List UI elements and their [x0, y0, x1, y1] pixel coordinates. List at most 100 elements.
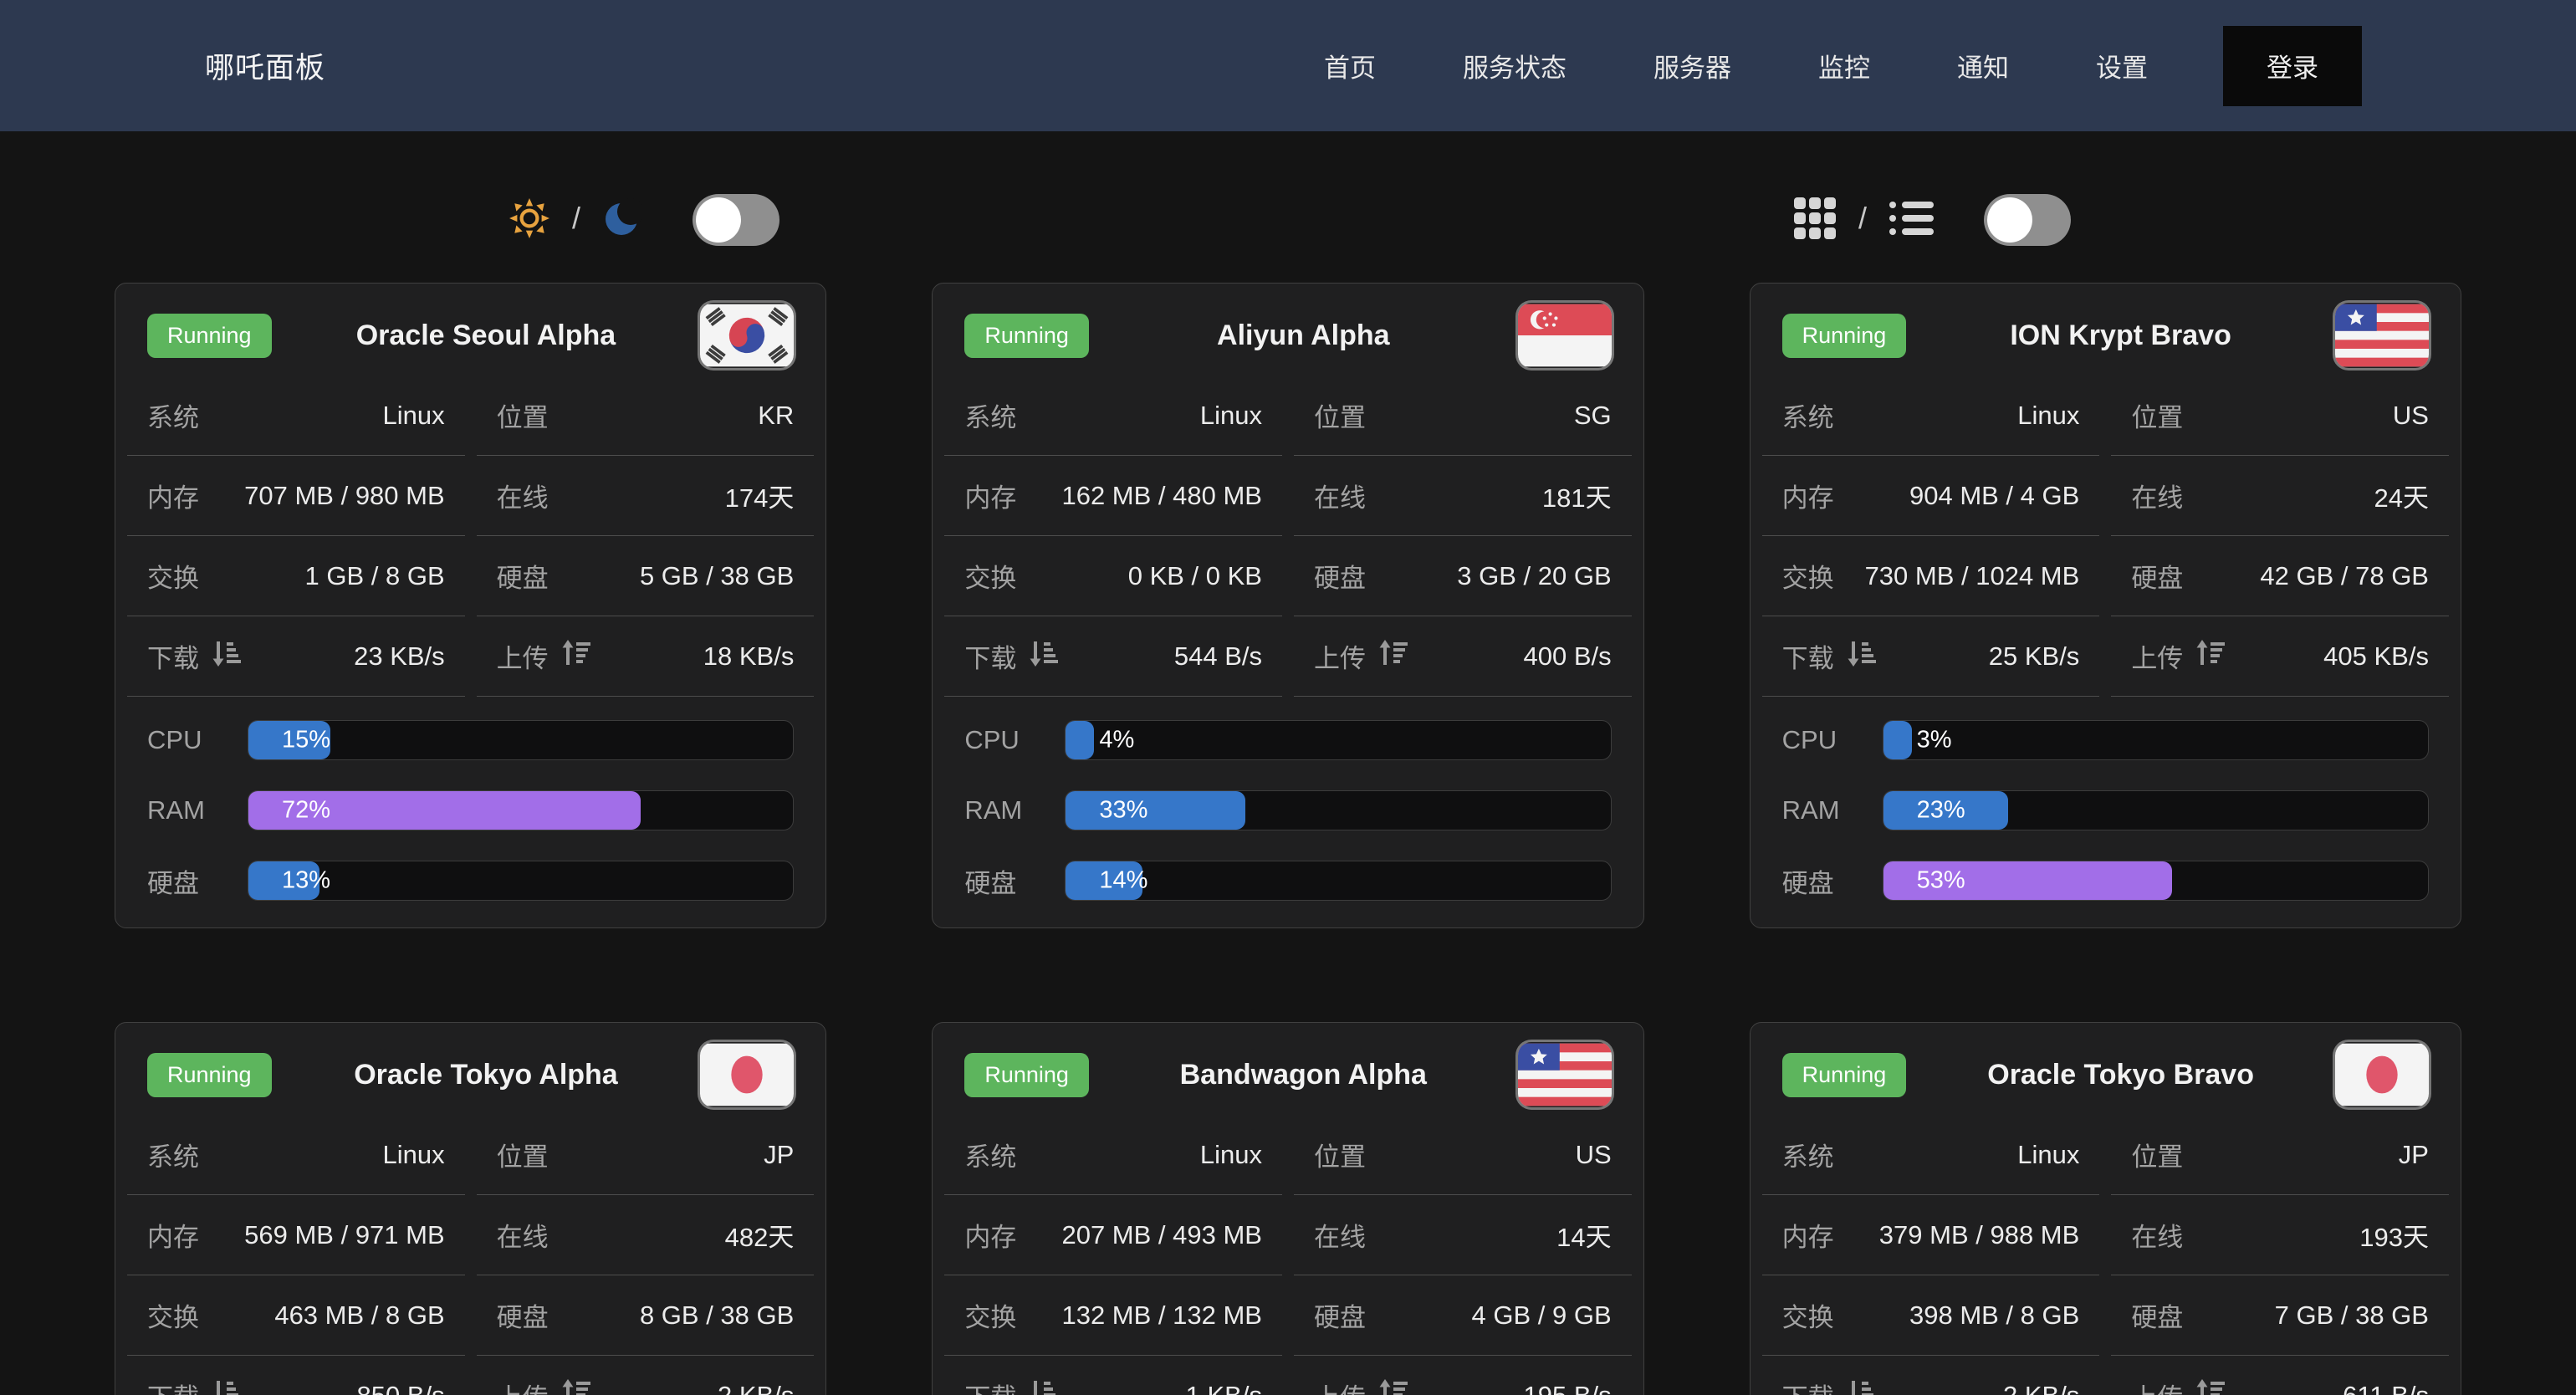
stat-value-system: Linux [1200, 401, 1262, 431]
stat-cell-disk: 硬盘4 GB / 9 GB [1294, 1275, 1632, 1356]
stat-cell-upload: 上传400 B/s [1294, 616, 1632, 697]
cpu-usage-row: CPU4% [964, 705, 1611, 775]
ram-percent-value: 23% [1917, 797, 1965, 825]
stat-value-download: 850 B/s [357, 1381, 445, 1395]
server-name: Bandwagon Alpha [1089, 1059, 1518, 1091]
stat-label-disk: 硬盘 [1314, 557, 1366, 595]
usage-bars: CPU3%RAM23%硬盘53% [1762, 697, 2449, 916]
server-card-3[interactable]: Running Oracle Tokyo Alpha 系统Linux位置JP内存… [115, 1022, 826, 1395]
ram-usage-row: RAM33% [964, 775, 1611, 846]
cpu-usage-row: CPU3% [1782, 705, 2429, 775]
cpu-bar-label: CPU [1782, 725, 1883, 755]
download-sort-icon [1846, 1377, 1876, 1395]
disk-usage-row: 硬盘53% [1782, 846, 2429, 916]
upload-sort-icon [2195, 1377, 2225, 1395]
login-button[interactable]: 登录 [2223, 26, 2362, 106]
sun-icon [509, 197, 550, 243]
server-card-2[interactable]: Running ION Krypt Bravo 系统Linux位置US内存904… [1750, 283, 2461, 928]
server-card-4[interactable]: Running Bandwagon Alpha 系统Linux位置US内存207… [932, 1022, 1643, 1395]
ram-progress-bar: 33% [1065, 790, 1611, 830]
stat-cell-upload: 上传405 KB/s [2111, 616, 2449, 697]
stat-label-upload: 上传 [497, 1377, 590, 1395]
stat-cell-disk: 硬盘42 GB / 78 GB [2111, 536, 2449, 616]
download-sort-icon [211, 638, 241, 675]
stat-label-uptime: 在线 [497, 1216, 549, 1254]
stat-label-location: 位置 [497, 1136, 549, 1173]
server-card-header: Running Oracle Tokyo Bravo [1762, 1023, 2449, 1115]
upload-sort-icon [2195, 638, 2225, 675]
cpu-bar-label: CPU [147, 725, 248, 755]
server-card-grid: Running Oracle Seoul Alpha 系统Linux位置KR内存… [115, 283, 2461, 1395]
download-sort-icon [1028, 638, 1058, 675]
stat-value-uptime: 174天 [725, 477, 795, 514]
server-card-header: Running ION Krypt Bravo [1762, 284, 2449, 376]
stat-value-memory: 162 MB / 480 MB [1061, 481, 1262, 511]
disk-progress-bar: 14% [1065, 861, 1611, 901]
stat-value-uptime: 482天 [725, 1216, 795, 1254]
server-card-1[interactable]: Running Aliyun Alpha 系统Linux位置SG内存162 MB… [932, 283, 1643, 928]
cpu-progress-fill [1066, 721, 1094, 759]
country-flag-icon-jp [700, 1042, 794, 1107]
server-card-5[interactable]: Running Oracle Tokyo Bravo 系统Linux位置JP内存… [1750, 1022, 2461, 1395]
stat-value-location: JP [764, 1140, 794, 1170]
status-badge: Running [1782, 1053, 1907, 1097]
stat-cell-uptime: 在线193天 [2111, 1195, 2449, 1275]
list-view-icon [1889, 199, 1934, 242]
stat-cell-system: 系统Linux [1762, 1115, 2100, 1195]
stat-value-location: US [1576, 1140, 1612, 1170]
stat-cell-swap: 交换0 KB / 0 KB [944, 536, 1282, 616]
stat-cell-location: 位置JP [2111, 1115, 2449, 1195]
nav-item-3[interactable]: 监控 [1818, 47, 1870, 84]
stat-cell-download: 下载 850 B/s [127, 1356, 465, 1395]
stat-label-system: 系统 [964, 1136, 1016, 1173]
stat-value-swap: 132 MB / 132 MB [1061, 1300, 1262, 1331]
stat-value-location: US [2393, 401, 2429, 431]
stat-cell-uptime: 在线14天 [1294, 1195, 1632, 1275]
theme-switch-group: / [0, 178, 1288, 262]
view-toggle[interactable] [1984, 194, 2071, 246]
stat-cell-uptime: 在线24天 [2111, 456, 2449, 536]
stat-cell-system: 系统Linux [127, 1115, 465, 1195]
disk-progress-bar: 53% [1883, 861, 2429, 901]
server-name: Aliyun Alpha [1089, 319, 1518, 352]
stat-cell-download: 下载2 KB/s [1762, 1356, 2100, 1395]
stat-cell-download: 下载23 KB/s [127, 616, 465, 697]
disk-progress-bar: 13% [248, 861, 794, 901]
stat-value-upload: 400 B/s [1524, 641, 1612, 672]
disk-usage-row: 硬盘 14% [964, 846, 1611, 916]
stat-value-upload: 18 KB/s [703, 641, 795, 672]
server-stats: 系统Linux位置JP内存379 MB / 988 MB在线193天交换398 … [1762, 1115, 2449, 1395]
stat-value-memory: 569 MB / 971 MB [244, 1220, 445, 1250]
disk-bar-label: 硬盘 [964, 862, 1065, 900]
stat-cell-location: 位置US [2111, 376, 2449, 456]
stat-value-swap: 1 GB / 8 GB [305, 561, 445, 591]
server-card-0[interactable]: Running Oracle Seoul Alpha 系统Linux位置KR内存… [115, 283, 826, 928]
stat-label-swap: 交换 [964, 557, 1016, 595]
moon-icon [602, 198, 642, 243]
disk-usage-row: 硬盘 13% [147, 846, 794, 916]
stat-value-system: Linux [2017, 401, 2079, 431]
disk-bar-label: 硬盘 [147, 862, 248, 900]
stat-value-swap: 398 MB / 8 GB [1909, 1300, 2079, 1331]
nav-item-0[interactable]: 首页 [1324, 47, 1376, 84]
server-card-header: Running Bandwagon Alpha [944, 1023, 1631, 1115]
disk-percent-value: 13% [282, 867, 330, 895]
view-switch-group: / [1288, 178, 2576, 262]
stat-label-swap: 交换 [1782, 557, 1834, 595]
stat-value-location: JP [2399, 1140, 2429, 1170]
theme-toggle[interactable] [693, 194, 779, 246]
stat-label-swap: 交换 [147, 557, 199, 595]
nav-item-4[interactable]: 通知 [1957, 47, 2009, 84]
nav-item-2[interactable]: 服务器 [1653, 47, 1731, 84]
stat-value-disk: 42 GB / 78 GB [2260, 561, 2429, 591]
nav-item-5[interactable]: 设置 [2096, 47, 2148, 84]
server-stats: 系统Linux位置US内存904 MB / 4 GB在线24天交换730 MB … [1762, 376, 2449, 697]
stat-label-download: 下载 [147, 1377, 241, 1395]
stat-cell-uptime: 在线 482天 [477, 1195, 815, 1275]
stat-value-upload: 611 B/s [2343, 1381, 2429, 1395]
country-flag-icon-jp [2335, 1042, 2429, 1107]
disk-percent-value: 14% [1099, 867, 1147, 895]
nav-item-1[interactable]: 服务状态 [1463, 47, 1567, 84]
stat-label-memory: 内存 [147, 477, 199, 514]
cpu-percent-value: 15% [282, 727, 330, 754]
